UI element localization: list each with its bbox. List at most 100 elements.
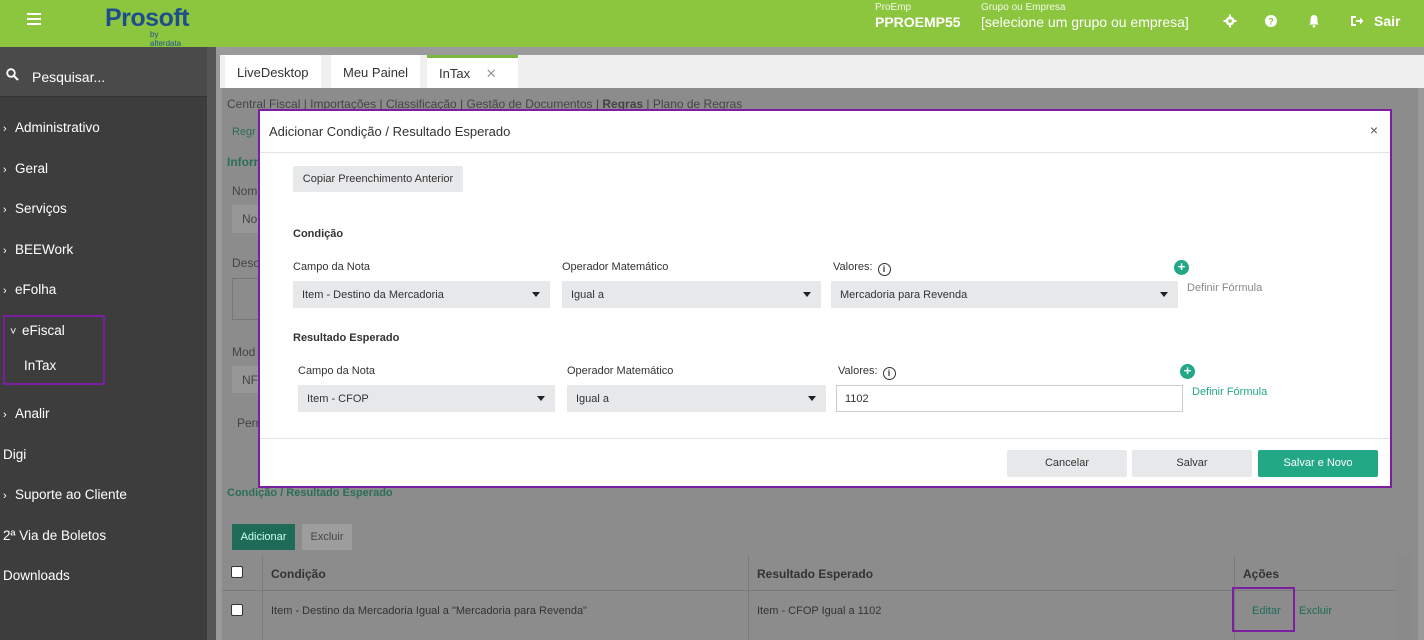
- chevron-right-icon: ›: [3, 164, 7, 176]
- definir-formula-link[interactable]: Definir Fórmula: [1187, 282, 1262, 294]
- sidebar-item-efolha[interactable]: › eFolha: [3, 282, 56, 302]
- save-button[interactable]: Salvar: [1132, 450, 1252, 477]
- valores-label-text: Valores:: [833, 261, 873, 273]
- search-icon: [6, 68, 20, 82]
- column-header-condicao: Condição: [271, 567, 326, 581]
- campo-nota-label: Campo da Nota: [293, 261, 371, 273]
- column-header-acoes: Ações: [1243, 567, 1280, 581]
- proemp-value[interactable]: PPROEMP55: [875, 14, 961, 30]
- sidebar-search[interactable]: Pesquisar...: [0, 47, 207, 97]
- resultado-valores-input[interactable]: 1102: [836, 385, 1183, 412]
- row-resultado: Item - CFOP Igual a 1102: [757, 605, 882, 617]
- tab-bar: LiveDesktop Meu Painel InTax ✕: [220, 55, 1424, 88]
- sidebar-item-administrativo[interactable]: › Administrativo: [3, 120, 100, 140]
- info-icon[interactable]: i: [882, 367, 896, 380]
- caret-down-icon: [1160, 292, 1168, 297]
- select-all-checkbox[interactable]: [231, 566, 243, 578]
- valores-label-text: Valores:: [838, 365, 878, 377]
- row-checkbox[interactable]: [231, 604, 243, 616]
- add-condition-modal: Adicionar Condição / Resultado Esperado …: [258, 109, 1392, 488]
- grupo-selector[interactable]: [selecione um grupo ou empresa]: [981, 14, 1189, 30]
- excluir-link[interactable]: Excluir: [1299, 605, 1332, 617]
- sidebar-item-label: Geral: [15, 161, 49, 176]
- bg-excluir-button[interactable]: Excluir: [302, 524, 352, 550]
- logo-subtext: by alterdata: [150, 30, 182, 48]
- close-icon[interactable]: ×: [1370, 122, 1378, 138]
- logo: Prosoft by alterdata: [105, 4, 190, 48]
- valores-label: Valores: i: [838, 365, 896, 380]
- resultado-section-title: Resultado Esperado: [293, 332, 400, 344]
- caret-down-icon: [808, 396, 816, 401]
- cancel-button[interactable]: Cancelar: [1007, 450, 1127, 477]
- sidebar-item-servicos[interactable]: › Serviços: [3, 201, 67, 221]
- sidebar-item-label: Analir: [15, 406, 50, 421]
- sidebar-item-geral[interactable]: › Geral: [3, 161, 48, 181]
- select-value: Igual a: [576, 393, 610, 405]
- modal-divider: [260, 438, 1390, 439]
- definir-formula-link[interactable]: Definir Fórmula: [1192, 386, 1267, 398]
- sidebar-item-label: BEEWork: [15, 242, 74, 257]
- campo-nota-label: Campo da Nota: [298, 365, 376, 377]
- tab-label: InTax: [439, 66, 471, 81]
- sidebar-item-label: Administrativo: [15, 120, 100, 135]
- help-icon[interactable]: ?: [1263, 14, 1279, 30]
- tab-meu-painel[interactable]: Meu Painel: [331, 55, 421, 88]
- column-header-resultado: Resultado Esperado: [757, 567, 874, 581]
- operador-label: Operador Matemático: [562, 261, 669, 273]
- select-value: Item - Destino da Mercadoria: [302, 289, 444, 301]
- copy-previous-button[interactable]: Copiar Preenchimento Anterior: [293, 166, 463, 192]
- bg-fragment: Mod: [232, 345, 256, 359]
- select-value: Item - CFOP: [307, 393, 369, 405]
- info-icon[interactable]: i: [877, 263, 891, 276]
- bg-fragment: Desc: [232, 256, 260, 270]
- search-input[interactable]: Pesquisar...: [32, 69, 105, 85]
- sidebar-item-label: Suporte ao Cliente: [15, 487, 127, 502]
- add-value-icon[interactable]: +: [1174, 260, 1189, 275]
- modal-title: Adicionar Condição / Resultado Esperado: [269, 124, 511, 139]
- bg-fragment: Regr: [232, 126, 256, 138]
- add-value-icon[interactable]: +: [1180, 364, 1195, 379]
- condicao-operador-select[interactable]: Igual a: [562, 281, 821, 308]
- chevron-right-icon: ›: [3, 245, 7, 257]
- sidebar-item-label: Serviços: [15, 201, 67, 216]
- chevron-right-icon: ›: [3, 409, 7, 421]
- tab-intax[interactable]: InTax ✕: [427, 55, 518, 88]
- bg-fragment: Perr: [237, 416, 260, 430]
- top-bar: Prosoft by alterdata ProEmp PPROEMP55 Gr…: [0, 0, 1424, 48]
- tab-livedesktop[interactable]: LiveDesktop: [225, 55, 321, 88]
- modal-divider: [260, 152, 1390, 153]
- table-scrollbar[interactable]: [1396, 556, 1412, 640]
- highlight-box-efiscal: [3, 315, 105, 385]
- sidebar-item-analir[interactable]: › Analir: [3, 406, 50, 426]
- sidebar-item-digi[interactable]: Digi: [3, 447, 26, 467]
- sidebar-item-label: Digi: [3, 447, 27, 462]
- chevron-right-icon: ›: [3, 285, 7, 297]
- sidebar-divider: [207, 47, 216, 640]
- condicao-valores-select[interactable]: Mercadoria para Revenda: [831, 281, 1178, 308]
- bell-icon[interactable]: [1306, 14, 1322, 30]
- menu-icon[interactable]: [27, 13, 41, 25]
- condicao-campo-select[interactable]: Item - Destino da Mercadoria: [293, 281, 550, 308]
- resultado-operador-select[interactable]: Igual a: [567, 385, 826, 412]
- save-and-new-button[interactable]: Salvar e Novo: [1258, 450, 1378, 477]
- bg-fragment: Nom: [232, 184, 258, 198]
- svg-text:?: ?: [1268, 17, 1274, 27]
- sidebar-item-beework[interactable]: › BEEWork: [3, 242, 73, 262]
- gear-icon[interactable]: [1222, 14, 1238, 30]
- resultado-campo-select[interactable]: Item - CFOP: [298, 385, 555, 412]
- logout-icon[interactable]: [1349, 14, 1365, 30]
- sair-button[interactable]: Sair: [1374, 13, 1400, 29]
- caret-down-icon: [803, 292, 811, 297]
- caret-down-icon: [537, 396, 545, 401]
- caret-down-icon: [532, 292, 540, 297]
- chevron-right-icon: ›: [3, 490, 7, 502]
- close-tab-icon[interactable]: ✕: [486, 66, 497, 81]
- select-value: Mercadoria para Revenda: [840, 289, 968, 301]
- bg-adicionar-button[interactable]: Adicionar: [232, 524, 295, 550]
- bg-section-title: Condição / Resultado Esperado: [227, 487, 393, 499]
- sidebar-item-label: 2ª Via de Boletos: [3, 528, 107, 543]
- sidebar-item-boletos[interactable]: 2ª Via de Boletos: [3, 528, 106, 548]
- chevron-right-icon: ›: [3, 123, 7, 135]
- sidebar-item-downloads[interactable]: Downloads: [3, 568, 70, 588]
- sidebar-item-suporte[interactable]: › Suporte ao Cliente: [3, 487, 127, 507]
